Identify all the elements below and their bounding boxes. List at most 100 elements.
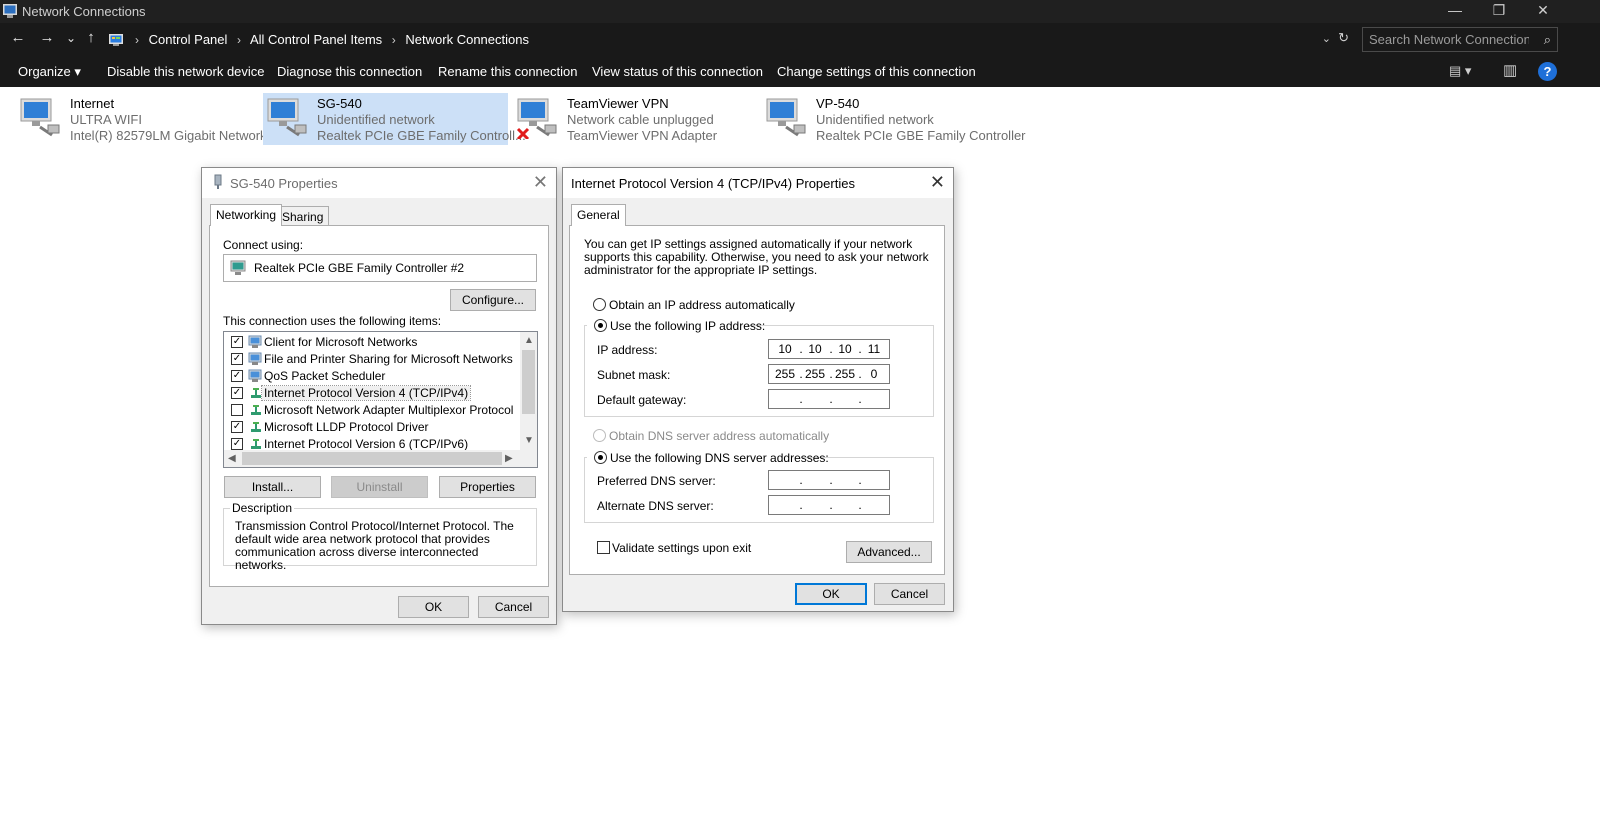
help-icon[interactable]: ?: [1538, 62, 1557, 81]
ip-address-field[interactable]: 10. 10. 10. 11: [768, 339, 890, 359]
list-item[interactable]: Microsoft Network Adapter Multiplexor Pr…: [228, 402, 528, 418]
cancel-button[interactable]: Cancel: [874, 583, 945, 605]
component-label: Internet Protocol Version 4 (TCP/IPv4): [260, 385, 472, 401]
configure-button[interactable]: Configure...: [450, 289, 536, 311]
validate-settings-checkbox[interactable]: [597, 541, 610, 554]
component-checkbox[interactable]: ✓: [231, 387, 243, 399]
use-following-ip-label[interactable]: Use the following IP address:: [610, 319, 765, 333]
chevron-right-icon: ›: [237, 33, 242, 47]
dialog-title-bar: Internet Protocol Version 4 (TCP/IPv4) P…: [563, 168, 953, 198]
connection-status: ULTRA WIFI: [70, 112, 142, 127]
ok-button[interactable]: OK: [795, 583, 867, 605]
breadcrumb-network-connections[interactable]: Network Connections: [405, 32, 529, 47]
description-text: Transmission Control Protocol/Internet P…: [235, 519, 514, 572]
list-item[interactable]: ✓ QoS Packet Scheduler: [228, 368, 528, 384]
restore-button[interactable]: ❐: [1476, 0, 1522, 23]
obtain-dns-auto-label[interactable]: Obtain DNS server address automatically: [609, 429, 829, 443]
tab-sharing[interactable]: Sharing: [276, 206, 330, 226]
breadcrumb-control-panel[interactable]: Control Panel: [149, 32, 228, 47]
adapter-properties-dialog: SG-540 Properties ✕ Networking Sharing C…: [201, 167, 557, 625]
breadcrumb-all-items[interactable]: All Control Panel Items: [250, 32, 382, 47]
default-gateway-field[interactable]: . . .: [768, 389, 890, 409]
connection-internet[interactable]: Internet ULTRA WIFI Intel(R) 82579LM Gig…: [16, 93, 277, 145]
obtain-ip-auto-label[interactable]: Obtain an IP address automatically: [609, 298, 795, 312]
dns-server-group: Use the following DNS server addresses: …: [584, 449, 934, 523]
change-settings-button[interactable]: Change settings of this connection: [777, 64, 976, 79]
component-checkbox[interactable]: [231, 404, 243, 416]
rename-connection-button[interactable]: Rename this connection: [438, 64, 577, 79]
close-icon[interactable]: ✕: [533, 173, 548, 191]
tab-networking[interactable]: Networking: [210, 204, 283, 226]
component-properties-button[interactable]: Properties: [439, 476, 536, 498]
alternate-dns-label: Alternate DNS server:: [597, 499, 714, 513]
scroll-down-icon[interactable]: ▼: [524, 435, 534, 446]
connection-name: Internet: [70, 96, 115, 111]
search-input[interactable]: [1369, 31, 1529, 48]
diagnose-connection-button[interactable]: Diagnose this connection: [277, 64, 422, 79]
view-options-icon[interactable]: ▤ ▾: [1449, 63, 1471, 79]
preview-pane-icon[interactable]: ▥: [1503, 61, 1517, 79]
default-gateway-label: Default gateway:: [597, 393, 687, 407]
connection-teamviewer-vpn[interactable]: TeamViewer VPN Network cable unplugged T…: [513, 93, 753, 145]
cancel-button[interactable]: Cancel: [478, 596, 549, 618]
device-name: Realtek PCIe GBE Family Controller #2: [254, 261, 465, 275]
obtain-ip-auto-radio[interactable]: [593, 298, 606, 311]
organize-menu[interactable]: Organize ▾: [18, 64, 81, 80]
component-checkbox[interactable]: ✓: [231, 421, 243, 433]
search-icon[interactable]: ⌕: [1544, 32, 1551, 48]
disable-device-button[interactable]: Disable this network device: [107, 64, 265, 79]
close-icon[interactable]: ✕: [930, 173, 945, 191]
validate-settings-label[interactable]: Validate settings upon exit: [612, 541, 751, 555]
scroll-left-icon[interactable]: ◀: [228, 453, 236, 464]
tab-general[interactable]: General: [571, 204, 626, 226]
use-following-dns-radio[interactable]: [594, 451, 607, 464]
component-checkbox[interactable]: ✓: [231, 336, 243, 348]
connection-vp-540[interactable]: VP-540 Unidentified network Realtek PCIe…: [762, 93, 1026, 145]
preferred-dns-field[interactable]: . . .: [768, 470, 890, 490]
connection-name: TeamViewer VPN: [567, 96, 669, 111]
recent-locations-button[interactable]: ⌄: [60, 31, 82, 45]
list-item[interactable]: ✓ Client for Microsoft Networks: [228, 334, 528, 350]
components-list[interactable]: ✓ Client for Microsoft Networks ✓ File a…: [223, 331, 538, 468]
component-label: Microsoft Network Adapter Multiplexor Pr…: [264, 403, 514, 417]
install-button[interactable]: Install...: [224, 476, 321, 498]
ipv4-properties-dialog: Internet Protocol Version 4 (TCP/IPv4) P…: [562, 167, 954, 612]
list-item[interactable]: ✓ Internet Protocol Version 4 (TCP/IPv4): [228, 385, 528, 401]
use-following-ip-radio[interactable]: [594, 319, 607, 332]
dialog-title: Internet Protocol Version 4 (TCP/IPv4) P…: [571, 176, 855, 191]
component-label: QoS Packet Scheduler: [264, 369, 386, 383]
connection-status: Unidentified network: [317, 112, 435, 127]
ok-button[interactable]: OK: [398, 596, 469, 618]
advanced-button[interactable]: Advanced...: [846, 541, 932, 563]
address-bar[interactable]: › Control Panel › All Control Panel Item…: [104, 27, 1354, 52]
scroll-thumb[interactable]: [242, 452, 502, 465]
vertical-scrollbar[interactable]: ▲ ▼: [520, 332, 537, 450]
back-button[interactable]: ←: [7, 29, 29, 46]
forward-button[interactable]: →: [36, 29, 58, 46]
view-status-button[interactable]: View status of this connection: [592, 64, 763, 79]
component-checkbox[interactable]: ✓: [231, 370, 243, 382]
scroll-right-icon[interactable]: ▶: [505, 453, 513, 464]
component-checkbox[interactable]: ✓: [231, 438, 243, 450]
minimize-button[interactable]: —: [1432, 0, 1478, 23]
intro-text: You can get IP settings assigned automat…: [584, 237, 929, 277]
window-title: Network Connections: [22, 4, 146, 19]
obtain-dns-auto-radio[interactable]: [593, 429, 606, 442]
list-item[interactable]: ✓ Microsoft LLDP Protocol Driver: [228, 419, 528, 435]
list-item[interactable]: ✓ File and Printer Sharing for Microsoft…: [228, 351, 528, 367]
close-window-button[interactable]: ✕: [1520, 0, 1566, 23]
connection-sg-540[interactable]: SG-540 Unidentified network Realtek PCIe…: [263, 93, 526, 145]
subnet-mask-field[interactable]: 255. 255. 255. 0: [768, 364, 890, 384]
address-dropdown-icon[interactable]: ⌄: [1322, 32, 1331, 45]
scroll-thumb[interactable]: [522, 350, 535, 414]
horizontal-scrollbar[interactable]: ◀ ▶: [224, 450, 537, 467]
up-button[interactable]: ↑: [80, 29, 102, 46]
scroll-up-icon[interactable]: ▲: [524, 335, 534, 346]
dialog-title: SG-540 Properties: [230, 176, 338, 191]
refresh-icon[interactable]: ↻: [1338, 30, 1349, 46]
uninstall-button[interactable]: Uninstall: [331, 476, 428, 498]
alternate-dns-field[interactable]: . . .: [768, 495, 890, 515]
connection-name: SG-540: [317, 96, 362, 111]
component-checkbox[interactable]: ✓: [231, 353, 243, 365]
use-following-dns-label[interactable]: Use the following DNS server addresses:: [610, 451, 829, 465]
